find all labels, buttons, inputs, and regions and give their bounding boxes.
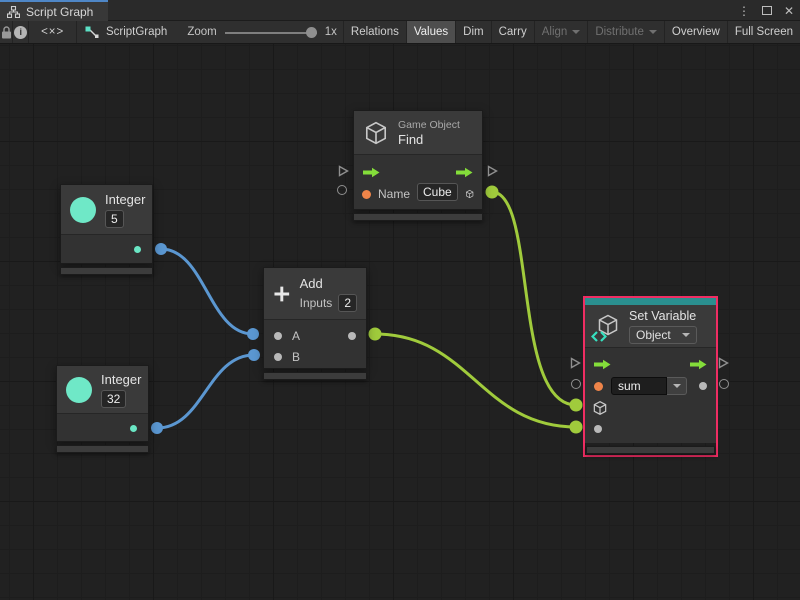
tab-script-graph[interactable]: Script Graph — [0, 0, 108, 21]
add-icon — [273, 281, 291, 307]
output-port-sum[interactable] — [348, 332, 356, 340]
game-object-icon — [363, 120, 389, 146]
node-footer — [586, 446, 715, 454]
wire-integer32-to-add-b[interactable] — [157, 355, 254, 428]
integer-value-field[interactable]: 5 — [105, 210, 124, 228]
wire-endpoint — [570, 399, 583, 412]
zoom-label: Zoom — [187, 26, 216, 38]
node-gameobject-find[interactable]: Game Object Find Name Cube — [353, 110, 483, 221]
close-icon[interactable]: ✕ — [784, 5, 794, 17]
wire-endpoint — [248, 349, 260, 361]
chevron-down-icon — [649, 30, 657, 34]
zoom-slider[interactable] — [225, 21, 317, 44]
node-footer — [60, 267, 153, 275]
node-add[interactable]: Add Inputs 2 A B — [263, 267, 367, 380]
chevron-down-icon — [673, 384, 681, 388]
inspect-button[interactable]: i — [13, 21, 29, 43]
toolbar-button-carry[interactable]: Carry — [491, 21, 534, 43]
graph-canvas[interactable]: Integer 5 Integer 32 — [0, 44, 800, 600]
setvar-flow-out-indicator[interactable] — [718, 357, 729, 369]
tab-title: Script Graph — [26, 5, 93, 19]
output-port-value[interactable] — [130, 425, 137, 432]
wire-endpoint — [155, 243, 167, 255]
node-integer-5[interactable]: Integer 5 — [60, 184, 153, 275]
toolbar-button-overview[interactable]: Overview — [664, 21, 727, 43]
find-flow-out-indicator[interactable] — [487, 165, 498, 177]
input-port-a[interactable] — [274, 332, 282, 340]
port-b-label: B — [292, 350, 300, 364]
input-port-name[interactable] — [362, 190, 371, 199]
output-port-value[interactable] — [699, 382, 707, 390]
input-port-new-value[interactable] — [594, 425, 602, 433]
node-footer — [56, 445, 149, 453]
node-title: Set Variable — [629, 309, 697, 323]
port-a-label: A — [292, 329, 300, 343]
node-set-variable[interactable]: Set Variable Object sum — [583, 296, 718, 457]
integer-type-icon — [66, 377, 92, 403]
node-title: Add — [300, 276, 357, 291]
zoom-slider-handle[interactable] — [306, 27, 317, 38]
inputs-count-field[interactable]: 2 — [338, 294, 357, 312]
flow-output-arrow[interactable] — [689, 359, 708, 370]
node-title: Integer — [101, 372, 141, 387]
toolbar-button-relations[interactable]: Relations — [343, 21, 406, 43]
input-port-b[interactable] — [274, 353, 282, 361]
zoom-slider-track[interactable] — [225, 32, 317, 34]
setvar-value-out-indicator[interactable] — [719, 379, 729, 389]
output-port-value[interactable] — [134, 246, 141, 253]
node-category: Game Object — [398, 119, 460, 131]
window-menu-icon[interactable]: ⋮ — [738, 5, 750, 17]
integer-type-icon — [70, 197, 96, 223]
node-footer — [353, 213, 483, 221]
chevron-down-icon — [572, 30, 580, 34]
wire-endpoint — [486, 186, 499, 199]
wire-integer5-to-add-a[interactable] — [161, 249, 253, 334]
wire-find-to-setvariable-object[interactable] — [492, 192, 576, 405]
find-flow-in-indicator[interactable] — [338, 165, 349, 177]
node-integer-32[interactable]: Integer 32 — [56, 365, 149, 453]
info-icon: i — [14, 26, 27, 39]
wire-endpoint — [570, 421, 583, 434]
code-icon: <×> — [41, 26, 64, 38]
title-bar: Script Graph ⋮ ✕ — [0, 0, 800, 21]
inputs-label: Inputs — [300, 296, 333, 310]
zoom-value: 1x — [325, 26, 337, 38]
script-graph-icon — [85, 26, 100, 39]
output-port-gameobject[interactable] — [465, 186, 474, 202]
name-param-field[interactable]: Cube — [417, 183, 458, 201]
input-port-object[interactable] — [592, 400, 608, 416]
flow-output-arrow[interactable] — [455, 167, 474, 178]
toolbar-button-distribute[interactable]: Distribute — [587, 21, 664, 43]
wire-endpoint — [247, 328, 259, 340]
set-variable-icon — [594, 313, 620, 339]
flow-input-arrow[interactable] — [362, 167, 381, 178]
graph-toolbar: i <×> ScriptGraph Zoom 1x Relations Valu… — [0, 21, 800, 44]
variable-name-dropdown[interactable]: sum — [611, 377, 687, 395]
toolbar-button-values[interactable]: Values — [406, 21, 455, 43]
setvar-name-in-indicator[interactable] — [571, 379, 581, 389]
node-footer — [263, 372, 367, 380]
node-title: Integer — [105, 192, 145, 207]
chevron-down-icon — [682, 333, 690, 337]
code-preview-button[interactable]: <×> — [29, 21, 77, 43]
integer-value-field[interactable]: 32 — [101, 390, 126, 408]
flow-input-arrow[interactable] — [593, 359, 612, 370]
setvar-flow-in-indicator[interactable] — [570, 357, 581, 369]
variable-scope-dropdown[interactable]: Object — [629, 326, 697, 344]
selection-teal-bar — [585, 298, 716, 305]
toolbar-button-align[interactable]: Align — [534, 21, 588, 43]
hierarchy-icon — [7, 6, 20, 18]
maximize-icon[interactable] — [762, 6, 772, 15]
wire-endpoint — [151, 422, 163, 434]
wire-endpoint — [369, 328, 382, 341]
lock-button[interactable] — [0, 21, 13, 43]
lock-icon — [1, 26, 12, 39]
input-port-variable-name[interactable] — [594, 382, 603, 391]
node-title: Find — [398, 132, 460, 147]
find-name-in-indicator[interactable] — [337, 185, 347, 195]
name-param-label: Name — [378, 187, 410, 201]
toolbar-button-fullscreen[interactable]: Full Screen — [727, 21, 800, 43]
toolbar-button-dim[interactable]: Dim — [455, 21, 490, 43]
graph-name-label[interactable]: ScriptGraph — [106, 26, 167, 38]
